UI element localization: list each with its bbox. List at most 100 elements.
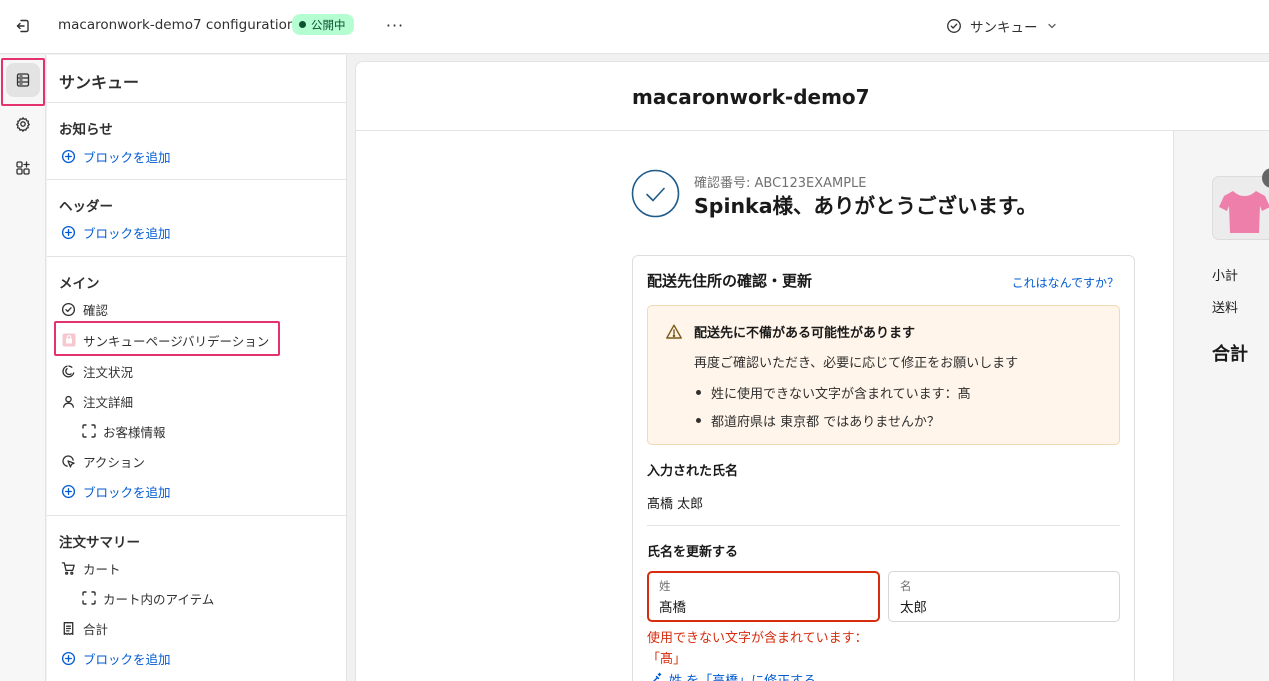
cursor-click-icon [61, 454, 76, 469]
store-name: macaronwork-demo7 [632, 85, 870, 109]
subtotal-label: 小計 [1212, 269, 1239, 284]
rail-highlight-box [1, 58, 45, 106]
last-name-field[interactable]: 姓 髙橋 [647, 571, 880, 622]
sidebar-item-totals[interactable]: 合計 [61, 618, 108, 638]
add-block-label: ブロックを追加 [83, 149, 171, 165]
add-block-label: ブロックを追加 [83, 225, 171, 241]
divider [647, 525, 1120, 526]
icon-rail [0, 55, 46, 681]
add-block-button[interactable]: ブロックを追加 [61, 222, 171, 242]
check-circle-icon [61, 302, 76, 317]
add-circle-icon [61, 225, 76, 240]
add-circle-icon [61, 149, 76, 164]
top-bar: macaronwork-demo7 configuration 公開中 ··· … [0, 0, 1269, 54]
order-summary-panel: 小計 送料 合計 [1173, 131, 1269, 681]
divider [47, 179, 347, 180]
status-badge-label: 公開中 [311, 17, 346, 32]
page-selector-label: サンキュー [970, 20, 1038, 36]
apps-button[interactable] [6, 151, 40, 185]
first-name-field[interactable]: 名 太郎 [888, 571, 1120, 622]
add-circle-icon [61, 651, 76, 666]
person-icon [61, 394, 76, 409]
section-title-order-summary: 注文サマリー [59, 535, 140, 551]
section-title-main: メイン [59, 276, 100, 292]
sidebar-item-label: お客様情報 [103, 424, 166, 440]
warning-list-item: 姓に使用できない文字が含まれています：髙 [696, 383, 971, 402]
checkout-preview: macaronwork-demo7 小計 送料 合計 確認番号: ABC123E… [355, 61, 1269, 681]
add-circle-icon [61, 484, 76, 499]
shipping-label: 送料 [1212, 301, 1239, 316]
warning-icon [666, 324, 682, 339]
first-name-field-value: 太郎 [900, 600, 927, 616]
sidebar-item-label: カート [83, 561, 121, 577]
add-block-label: ブロックを追加 [83, 651, 171, 667]
add-block-button[interactable]: ブロックを追加 [61, 146, 171, 166]
sidebar-item-label: 注文詳細 [83, 394, 134, 410]
bullet-icon [696, 418, 701, 423]
sidebar-item-cart[interactable]: カート [61, 558, 121, 578]
sidebar-item-label: 確認 [83, 302, 109, 318]
settings-button[interactable] [6, 107, 40, 141]
sidebar-item-customer-info[interactable]: お客様情報 [81, 421, 166, 441]
sidebar-item-label: 注文状況 [83, 364, 134, 380]
preview-header: macaronwork-demo7 [356, 62, 1269, 131]
more-actions-button[interactable]: ··· [384, 14, 406, 36]
sidebar-item-label: アクション [83, 454, 145, 470]
status-dot-icon [299, 21, 306, 28]
warning-list-item: 都道府県は 東京都 ではありませんか？ [696, 411, 940, 430]
section-title-announcement: お知らせ [59, 122, 113, 138]
more-icon: ··· [385, 15, 405, 35]
fix-name-link[interactable]: 姓 を「高橋」に修正する [647, 670, 816, 681]
help-link[interactable]: これはなんですか？ [1012, 274, 1119, 291]
exit-icon[interactable] [12, 15, 34, 37]
magic-wand-icon [652, 672, 662, 681]
sidebar-item-actions[interactable]: アクション [61, 451, 145, 471]
section-dashed-icon [81, 591, 96, 606]
warning-list-text: 姓に使用できない文字が含まれています：髙 [711, 387, 971, 402]
first-name-field-label: 名 [900, 579, 912, 593]
card-title: 配送先住所の確認・更新 [647, 272, 813, 290]
bullet-icon [696, 390, 701, 395]
page-selector[interactable]: サンキュー [946, 15, 1058, 37]
sidebar-highlight-box [54, 321, 280, 356]
sidebar-item-order-status[interactable]: 注文状況 [61, 361, 133, 381]
gear-icon [16, 117, 30, 132]
theme-title: macaronwork-demo7 configuration [58, 17, 296, 33]
product-thumbnail [1212, 176, 1269, 240]
sidebar-item-label: 合計 [83, 621, 109, 637]
sections-sidebar: サンキュー お知らせ ブロックを追加 ヘッダー ブロックを追加 メイン 確認 サ… [47, 55, 347, 681]
total-label: 合計 [1212, 344, 1248, 365]
sidebar-item-label: カート内のアイテム [103, 591, 215, 607]
apps-icon [16, 161, 30, 175]
add-block-label: ブロックを追加 [83, 484, 171, 500]
entered-name-label: 入力された氏名 [647, 464, 739, 479]
sidebar-item-order-details[interactable]: 注文詳細 [61, 391, 133, 411]
cart-icon [61, 561, 76, 576]
warning-list-text: 都道府県は 東京都 ではありませんか？ [711, 415, 940, 430]
add-block-button[interactable]: ブロックを追加 [61, 648, 171, 668]
sidebar-item-confirmation[interactable]: 確認 [61, 299, 108, 319]
chevron-down-icon [1047, 23, 1056, 29]
section-dashed-icon [81, 424, 96, 439]
sidebar-item-cart-line-items[interactable]: カート内のアイテム [81, 588, 214, 608]
add-block-button[interactable]: ブロックを追加 [61, 481, 171, 501]
confirmation-check-icon [631, 169, 680, 218]
sidebar-heading: サンキュー [59, 73, 140, 92]
section-title-header: ヘッダー [59, 199, 113, 215]
update-name-label: 氏名を更新する [647, 545, 739, 560]
tshirt-icon [1219, 191, 1269, 233]
last-name-field-label: 姓 [659, 579, 671, 593]
warning-banner: 配送先に不備がある可能性があります 再度ご確認いただき、必要に応じて修正をお願い… [647, 305, 1120, 445]
address-validation-card: 配送先住所の確認・更新 これはなんですか？ 配送先に不備がある可能性があります … [632, 255, 1135, 681]
divider [47, 256, 347, 257]
check-circle-icon [947, 19, 961, 33]
status-icon [61, 364, 76, 379]
warning-message: 再度ご確認いただき、必要に応じて修正をお願いします [694, 356, 1019, 371]
warning-title: 配送先に不備がある可能性があります [694, 326, 916, 341]
thank-you-heading: Spinka様、ありがとうございます。 [694, 194, 1037, 218]
field-error-message: 使用できない文字が含まれています：「髙」 [647, 631, 868, 667]
last-name-field-value: 髙橋 [659, 600, 686, 616]
fix-name-link-label: 姓 を「高橋」に修正する [669, 670, 816, 681]
entered-name-value: 髙橋 太郎 [647, 497, 704, 512]
status-badge: 公開中 [292, 14, 354, 35]
